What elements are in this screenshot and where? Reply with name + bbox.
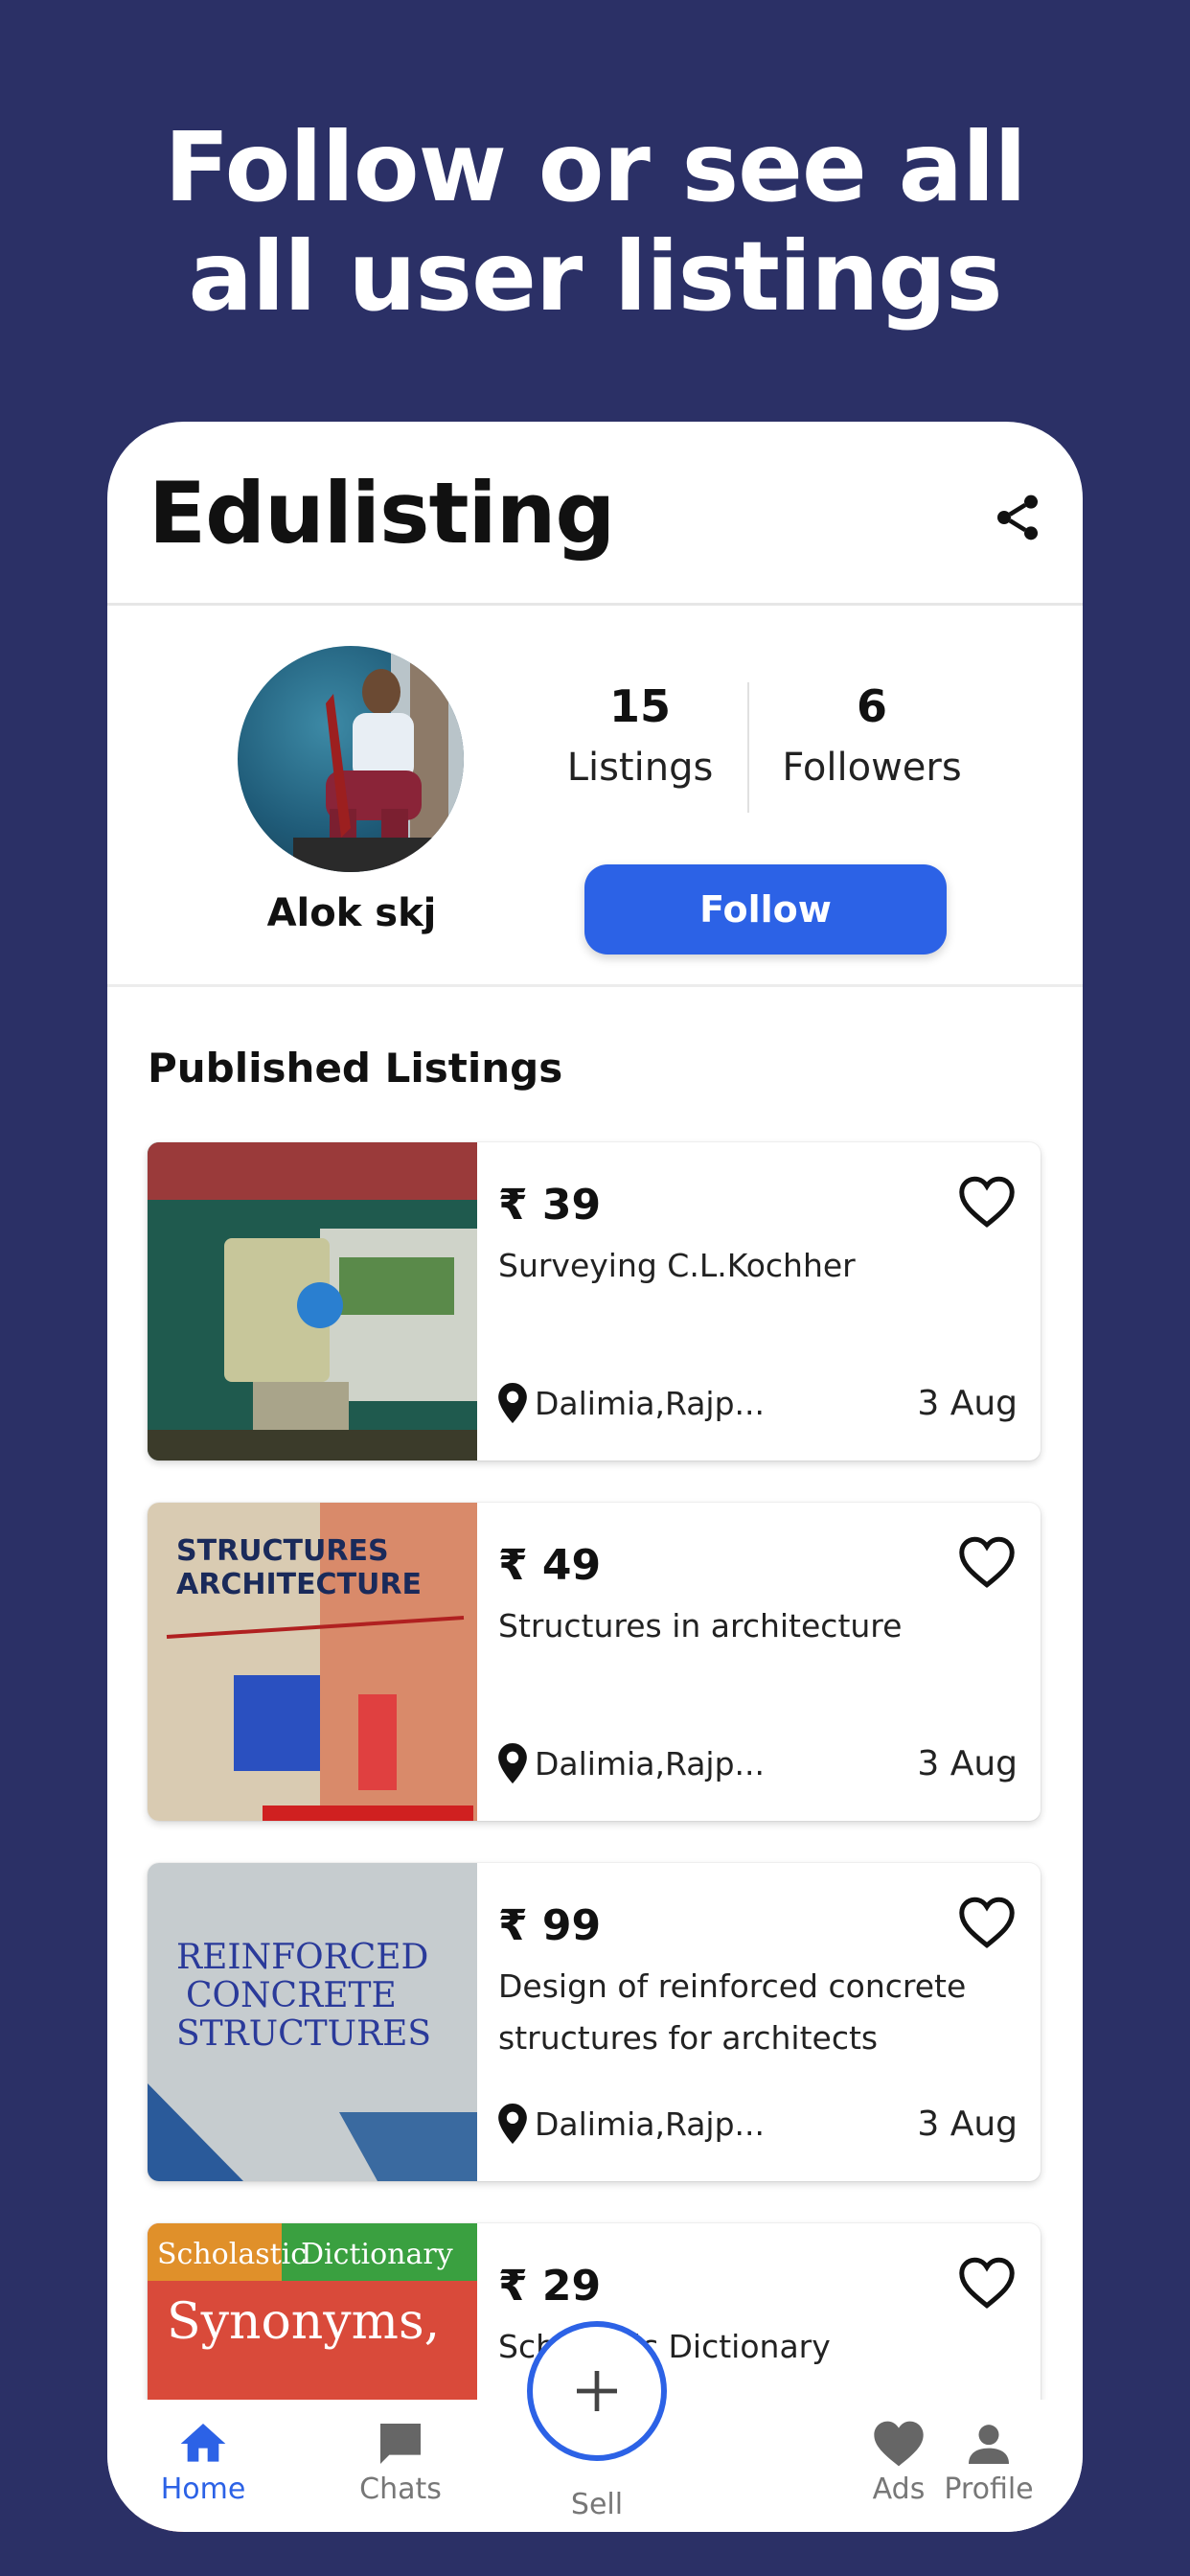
nav-sell-label: Sell (570, 2488, 624, 2521)
person-icon (969, 2425, 1009, 2464)
nav-profile-item[interactable]: Profile (922, 2417, 1056, 2506)
promo-headline: Follow or see all all user listings (0, 113, 1190, 332)
headline-line-1: Follow or see all (164, 111, 1026, 223)
sell-button[interactable] (527, 2321, 667, 2461)
nav-profile-label: Profile (944, 2472, 1034, 2506)
phone-foreground: Sell Profile (107, 422, 1083, 2532)
plus-icon (577, 2371, 617, 2411)
headline-line-2: all user listings (188, 220, 1003, 333)
